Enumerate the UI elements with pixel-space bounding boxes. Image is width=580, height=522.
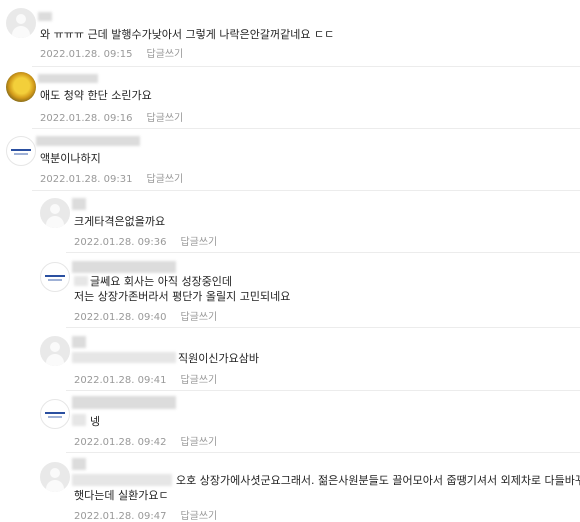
comment-meta: 2022.01.28. 09:16 답글쓰기 <box>40 109 183 124</box>
comment-text: 직원이신가요삼바 <box>178 352 259 365</box>
comment-meta: 2022.01.28. 09:40 답글쓰기 <box>74 308 217 323</box>
redacted-mention <box>72 352 176 363</box>
comment-date: 2022.01.28. 09:16 <box>40 113 133 124</box>
redacted-nickname[interactable] <box>72 198 86 210</box>
default-profile-icon[interactable] <box>40 198 70 228</box>
redacted-mention <box>72 474 172 486</box>
reply-link[interactable]: 답글쓰기 <box>180 312 217 323</box>
redacted-nickname[interactable] <box>38 74 98 83</box>
reply-link[interactable]: 답글쓰기 <box>146 174 183 185</box>
default-profile-icon[interactable] <box>40 336 70 366</box>
redacted-nickname[interactable] <box>72 396 176 409</box>
redacted-nickname[interactable] <box>38 12 52 21</box>
reply-link[interactable]: 답글쓰기 <box>146 49 183 60</box>
comment-text-line2: 저는 상장가존버라서 평단가 올릴지 고민되네요 <box>74 290 291 303</box>
redacted-nickname[interactable] <box>72 458 86 470</box>
comment-text-line2: 햇다는데 실환가요ㄷ <box>74 489 169 502</box>
redacted-mention <box>74 276 88 286</box>
default-profile-icon[interactable] <box>6 8 36 38</box>
divider <box>66 390 580 391</box>
divider <box>32 190 580 191</box>
comment-meta: 2022.01.28. 09:47 답글쓰기 <box>74 507 217 522</box>
divider <box>66 452 580 453</box>
comment-text: 넹 <box>90 415 101 428</box>
divider <box>32 66 580 67</box>
comment-date: 2022.01.28. 09:47 <box>74 511 167 522</box>
comment-date: 2022.01.28. 09:15 <box>40 49 133 60</box>
flower-avatar[interactable] <box>6 72 36 102</box>
comment-date: 2022.01.28. 09:31 <box>40 174 133 185</box>
comment-date: 2022.01.28. 09:42 <box>74 437 167 448</box>
company-logo-avatar[interactable] <box>6 136 36 166</box>
redacted-nickname[interactable] <box>72 261 176 273</box>
reply-link[interactable]: 답글쓰기 <box>180 437 217 448</box>
redacted-nickname[interactable] <box>36 136 140 146</box>
comment-meta: 2022.01.28. 09:31 답글쓰기 <box>40 170 183 185</box>
comment-text: 액분이나하지 <box>40 152 101 165</box>
comment-text-line1: 오호 상장가에사셧군요그래서. 젊은사원분들도 끌어모아서 줍땡기셔서 외제차로… <box>176 474 580 487</box>
reply-link[interactable]: 답글쓰기 <box>180 237 217 248</box>
company-logo-avatar[interactable] <box>40 399 70 429</box>
reply-link[interactable]: 답글쓰기 <box>180 511 217 522</box>
reply-link[interactable]: 답글쓰기 <box>180 375 217 386</box>
comment-meta: 2022.01.28. 09:41 답글쓰기 <box>74 371 217 386</box>
comment-meta: 2022.01.28. 09:36 답글쓰기 <box>74 233 217 248</box>
comment-date: 2022.01.28. 09:36 <box>74 237 167 248</box>
divider <box>32 128 580 129</box>
comment-text: 와 ㅠㅠㅠ 근데 발행수가낮아서 그렇게 나락은안갈꺼같네요 ㄷㄷ <box>40 28 335 41</box>
comment-date: 2022.01.28. 09:41 <box>74 375 167 386</box>
divider <box>66 327 580 328</box>
company-logo-avatar[interactable] <box>40 262 70 292</box>
comment-text: 크게타격은없을까요 <box>74 215 166 228</box>
divider <box>66 252 580 253</box>
comment-meta: 2022.01.28. 09:15 답글쓰기 <box>40 45 183 60</box>
comment-text: 애도 청약 한단 소린가요 <box>40 89 152 102</box>
comment-date: 2022.01.28. 09:40 <box>74 312 167 323</box>
comment-text-line1: 글쎄요 회사는 아직 성장중인데 <box>90 275 233 288</box>
redacted-nickname[interactable] <box>72 336 86 348</box>
default-profile-icon[interactable] <box>40 462 70 492</box>
reply-link[interactable]: 답글쓰기 <box>146 113 183 124</box>
redacted-mention <box>72 414 86 426</box>
comment-meta: 2022.01.28. 09:42 답글쓰기 <box>74 433 217 448</box>
